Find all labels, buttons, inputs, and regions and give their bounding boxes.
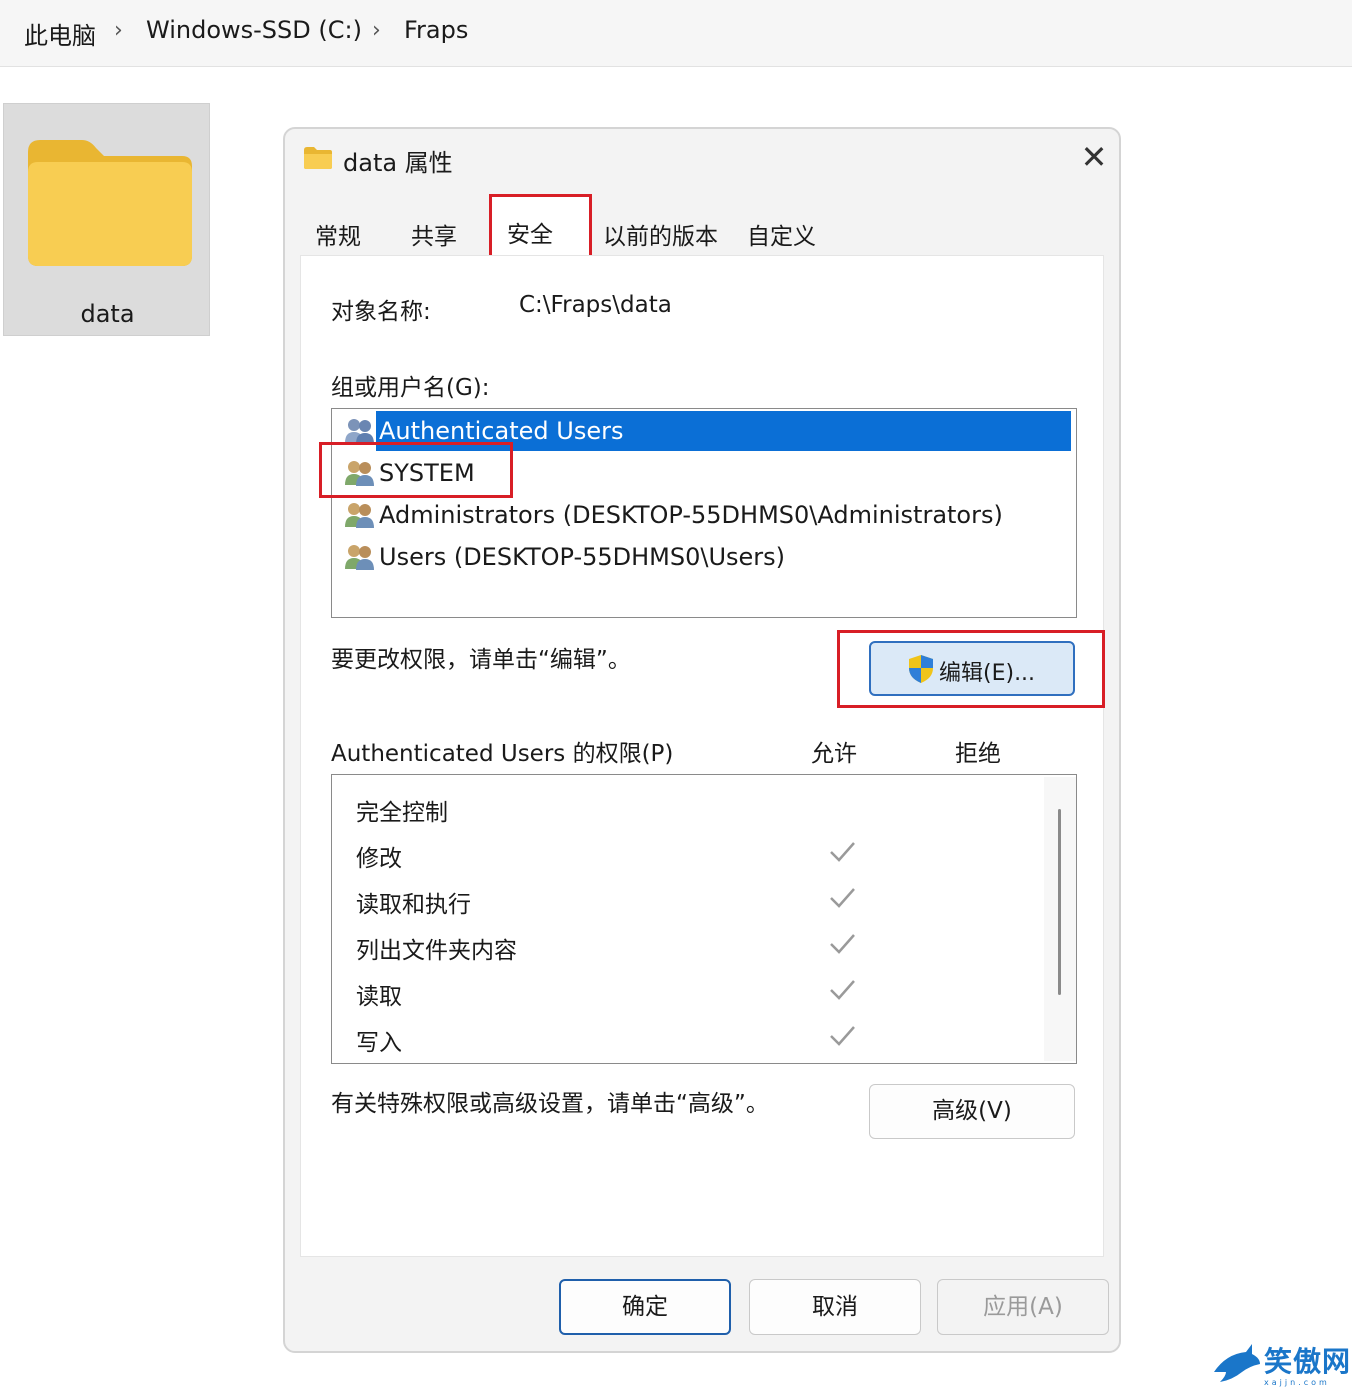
user-label: Users (DESKTOP-55DHMS0\Users) <box>379 543 786 571</box>
permissions-header: Authenticated Users 的权限(P) <box>331 741 674 767</box>
tab-customize[interactable]: 自定义 <box>747 217 816 251</box>
check-icon <box>830 980 855 1000</box>
cancel-button[interactable]: 取消 <box>749 1279 921 1335</box>
allow-header: 允许 <box>811 741 857 767</box>
object-name-label: 对象名称: <box>331 299 431 325</box>
users-icon <box>345 545 374 570</box>
breadcrumb-item-drive[interactable]: Windows-SSD (C:) <box>146 16 362 44</box>
watermark-logo: 笑傲网 xajjn.com <box>1212 1340 1352 1388</box>
watermark-subtext: xajjn.com <box>1264 1378 1330 1387</box>
permission-name: 完全控制 <box>356 800 448 826</box>
properties-dialog: data 属性 ✕ 常规 共享 安全 以前的版本 自定义 对象名称: C:\Fr… <box>283 127 1121 1353</box>
folder-icon <box>304 147 332 169</box>
security-tab-panel: 对象名称: C:\Fraps\data 组或用户名(G): Authentica… <box>300 255 1105 1257</box>
tab-general[interactable]: 常规 <box>315 217 361 251</box>
permissions-list: 完全控制 修改 读取和执行 列出文件夹内容 读取 写入 <box>331 774 1077 1064</box>
deny-header: 拒绝 <box>955 741 1001 767</box>
check-icon <box>830 1026 855 1046</box>
shield-icon <box>909 655 933 683</box>
system-highlight-box <box>319 442 513 498</box>
user-label: Authenticated Users <box>379 417 624 445</box>
tab-previous-versions[interactable]: 以前的版本 <box>603 217 718 251</box>
permission-name: 修改 <box>356 846 402 872</box>
permission-name: 列出文件夹内容 <box>356 938 517 964</box>
dialog-title: data 属性 <box>343 149 453 177</box>
permissions-scrollbar[interactable] <box>1044 777 1076 1061</box>
change-permissions-hint: 要更改权限，请单击“编辑”。 <box>331 647 631 673</box>
users-icon <box>345 503 374 528</box>
folder-item-data[interactable]: data <box>3 103 210 336</box>
group-user-label: 组或用户名(G): <box>331 375 490 401</box>
check-icon <box>830 888 855 908</box>
scrollbar-thumb[interactable] <box>1058 809 1061 995</box>
watermark-text: 笑傲网 <box>1264 1345 1352 1378</box>
breadcrumb-item-this-pc[interactable]: 此电脑 <box>24 16 96 51</box>
edit-button[interactable]: 编辑(E)... <box>869 641 1075 696</box>
permission-row-full-control: 完全控制 <box>356 789 1056 829</box>
permission-row-write: 写入 <box>356 1019 1056 1059</box>
user-label: Administrators (DESKTOP-55DHMS0\Administ… <box>379 501 1003 529</box>
object-name-value: C:\Fraps\data <box>519 292 672 318</box>
breadcrumb-separator: › <box>372 18 381 43</box>
permission-row-list-folder: 列出文件夹内容 <box>356 927 1056 967</box>
apply-button[interactable]: 应用(A) <box>937 1279 1109 1335</box>
permission-name: 读取 <box>356 984 402 1010</box>
advanced-hint: 有关特殊权限或高级设置，请单击“高级”。 <box>331 1091 769 1117</box>
close-icon[interactable]: ✕ <box>1077 141 1111 175</box>
permission-name: 读取和执行 <box>356 892 471 918</box>
folder-label: data <box>80 300 135 328</box>
breadcrumb-separator: › <box>114 18 123 43</box>
tab-security[interactable]: 安全 <box>507 215 553 249</box>
permission-name: 写入 <box>356 1030 402 1056</box>
permission-row-read: 读取 <box>356 973 1056 1013</box>
check-icon <box>830 934 855 954</box>
users-icon <box>345 419 374 444</box>
breadcrumb: 此电脑 › Windows-SSD (C:) › Fraps <box>0 0 1352 67</box>
shark-logo-icon <box>1214 1344 1260 1382</box>
permission-row-read-execute: 读取和执行 <box>356 881 1056 921</box>
list-item-administrators[interactable]: Administrators (DESKTOP-55DHMS0\Administ… <box>340 495 1072 535</box>
check-icon <box>830 842 855 862</box>
tab-sharing[interactable]: 共享 <box>411 217 457 251</box>
user-list: Authenticated Users SYSTEM Administrator… <box>331 408 1077 618</box>
edit-button-label: 编辑(E)... <box>939 661 1036 686</box>
advanced-button[interactable]: 高级(V) <box>869 1084 1075 1139</box>
breadcrumb-item-fraps[interactable]: Fraps <box>404 16 468 44</box>
permission-row-modify: 修改 <box>356 835 1056 875</box>
ok-button[interactable]: 确定 <box>559 1279 731 1335</box>
list-item-users[interactable]: Users (DESKTOP-55DHMS0\Users) <box>340 537 1072 577</box>
folder-icon <box>28 140 192 266</box>
